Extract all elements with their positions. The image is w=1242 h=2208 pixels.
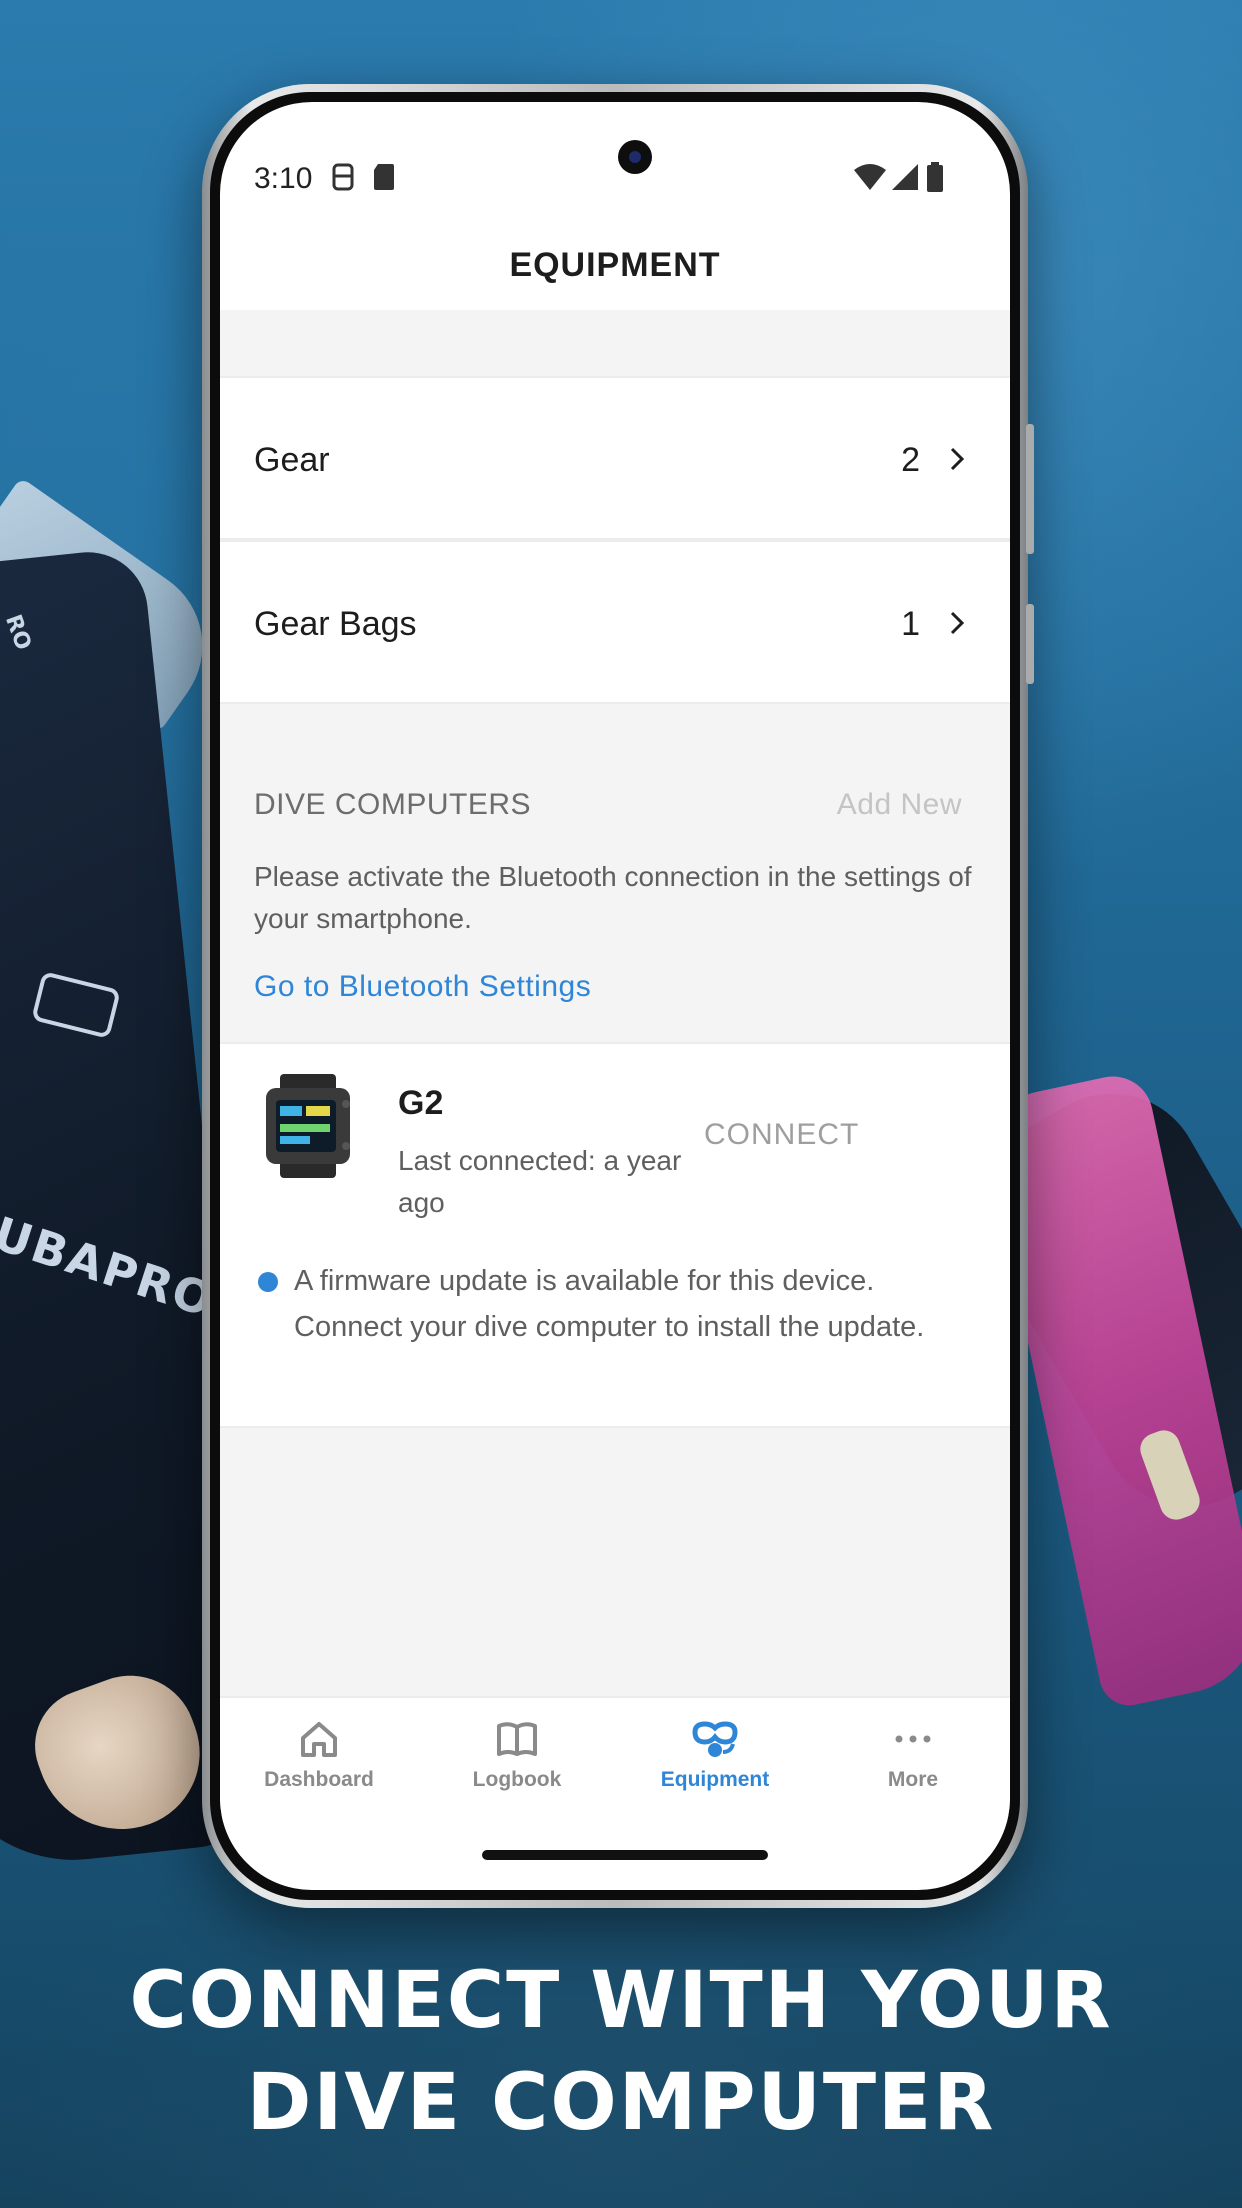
status-bar: 3:10 [220,102,1010,202]
promo-tagline: CONNECT WITH YOUR DIVE COMPUTER [0,1950,1242,2154]
list-item-label: Gear [254,441,330,479]
add-new-button[interactable]: Add New [837,788,962,822]
volume-button [1026,424,1034,554]
tab-label: Equipment [660,1768,770,1791]
bluetooth-settings-link[interactable]: Go to Bluetooth Settings [254,970,591,1004]
list-item-gear[interactable]: Gear 2 [220,376,1010,540]
chevron-right-icon [950,447,965,471]
home-indicator[interactable] [482,1850,768,1860]
device-name: G2 [398,1084,444,1122]
dive-mask-icon [692,1721,738,1757]
signal-icon [892,164,918,190]
more-dots-icon [895,1735,931,1743]
bluetooth-message: Please activate the Bluetooth connection… [254,861,972,934]
dive-computer-image [266,1074,350,1178]
list-item-label: Gear Bags [254,605,417,643]
tagline-line-2: DIVE COMPUTER [246,2058,996,2148]
tab-label: Dashboard [264,1768,374,1791]
tab-equipment[interactable]: Equipment [616,1718,814,1818]
status-time: 3:10 [254,162,313,195]
list-item-count: 1 [901,605,920,643]
list-item-gear-bags[interactable]: Gear Bags 1 [220,540,1010,704]
battery-icon [927,162,943,192]
firmware-status-dot [258,1272,278,1292]
tagline-line-1: CONNECT WITH YOUR [129,1956,1113,2046]
tab-dashboard[interactable]: Dashboard [220,1718,418,1818]
chevron-right-icon [950,611,965,635]
section-title-dive-computers: DIVE COMPUTERS [254,788,532,821]
phone-frame: 3:10 EQUIPMENT Gear 2 Gear Bags 1 DIVE C… [202,84,1034,1908]
home-icon [301,1722,337,1757]
page-title: EQUIPMENT [509,246,721,284]
wifi-icon [854,164,886,190]
firmware-update-message: A firmware update is available for this … [294,1265,925,1343]
app-screen: 3:10 EQUIPMENT Gear 2 Gear Bags 1 DIVE C… [220,102,1010,1890]
equipment-content: Gear 2 Gear Bags 1 DIVE COMPUTERS Add Ne… [220,310,1010,1696]
app-header: EQUIPMENT [220,220,1010,310]
sd-card-icon [374,164,394,190]
list-item-count: 2 [901,441,920,479]
shield-status-icon [332,163,354,191]
tab-more[interactable]: More [814,1718,1010,1818]
connect-button[interactable]: CONNECT [704,1118,924,1152]
tab-logbook[interactable]: Logbook [418,1718,616,1818]
device-card[interactable]: G2 Last connected: a year ago CONNECT A … [220,1042,1010,1428]
tab-label: More [887,1768,939,1791]
book-icon [497,1722,537,1756]
bottom-tab-bar: Dashboard Logbook Equipment More [220,1696,1010,1856]
front-camera [618,140,652,174]
tab-label: Logbook [472,1768,562,1791]
device-last-connected: Last connected: a year ago [398,1145,682,1218]
power-button [1026,604,1034,684]
